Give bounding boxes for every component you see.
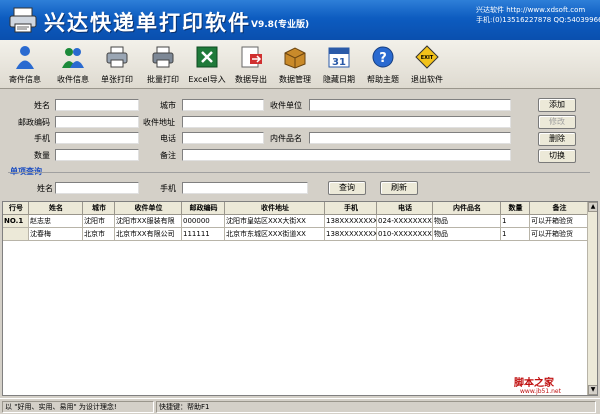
cell-name[interactable]: 沈春梅 (29, 228, 83, 241)
title-banner: 兴达快递单打印软件 V9.8(专业版) 兴达软件 http://www.xdso… (0, 0, 600, 40)
refresh-button[interactable]: 刷新 (380, 181, 418, 195)
name-label: 姓名 (34, 101, 50, 110)
cell-phone[interactable]: 010-XXXXXXXX (377, 228, 433, 241)
exit-label: 退出软件 (411, 75, 443, 84)
city-label: 城市 (160, 101, 176, 110)
status-bar: 以 "好用、实用、易用" 为设计理念! 快捷键：帮助F1 (0, 398, 600, 414)
zip-input[interactable] (55, 116, 139, 128)
sender-info-button[interactable]: 寄件信息 (2, 42, 48, 88)
city-input[interactable] (182, 99, 264, 111)
cell-address[interactable]: 沈阳市皇姑区XXX大街XX (225, 215, 325, 228)
column-header[interactable]: 邮政编码 (182, 202, 225, 215)
watermark: 脚本之家 (514, 378, 554, 389)
address-label: 收件地址 (143, 118, 175, 127)
column-header[interactable]: 备注 (530, 202, 589, 215)
grid-header: 行号 姓名 城市 收件单位 邮政编码 收件地址 手机 电话 内件品名 数量 备注 (3, 202, 589, 215)
cell-address[interactable]: 北京市东城区XXX街道XX (225, 228, 325, 241)
brand-info: 兴达软件 http://www.xdsoft.com 手机:(0)1351622… (476, 5, 600, 25)
user-icon (16, 46, 34, 69)
status-slogan: 以 "好用、实用、易用" 为设计理念! (2, 401, 154, 413)
cell-zip[interactable]: 111111 (182, 228, 225, 241)
mobile-input[interactable] (55, 132, 139, 144)
app-title: 兴达快递单打印软件 (44, 11, 251, 35)
cell-unit[interactable]: 沈阳市XX服装有限 (115, 215, 182, 228)
remark-input[interactable] (182, 149, 511, 161)
vertical-scrollbar[interactable]: ▲ ▼ (587, 202, 597, 395)
remark-label: 备注 (160, 151, 176, 160)
cell-unit[interactable]: 北京市XX有限公司 (115, 228, 182, 241)
phone-input[interactable] (182, 132, 264, 144)
query-name-label: 姓名 (37, 184, 53, 193)
mobile-label: 手机 (34, 134, 50, 143)
address-input[interactable] (182, 116, 511, 128)
column-header[interactable]: 行号 (3, 202, 29, 215)
query-name-input[interactable] (55, 182, 139, 194)
calendar-icon: 31 (328, 47, 350, 68)
brand-website: 兴达软件 http://www.xdsoft.com (476, 6, 586, 14)
cell-item[interactable]: 物品 (433, 215, 501, 228)
svg-text:?: ? (379, 51, 387, 66)
cell-name[interactable]: 赵志忠 (29, 215, 83, 228)
qty-label: 数量 (34, 151, 50, 160)
svg-text:31: 31 (332, 57, 346, 68)
printer-logo-icon (9, 7, 37, 33)
data-grid[interactable]: 行号 姓名 城市 收件单位 邮政编码 收件地址 手机 电话 内件品名 数量 备注… (2, 201, 598, 396)
watermark-url: www.jb51.net (520, 388, 561, 395)
status-shortcut: 快捷键：帮助F1 (156, 401, 596, 413)
column-header[interactable]: 数量 (501, 202, 530, 215)
cell-mobile[interactable]: 138XXXXXXXX (325, 215, 377, 228)
delete-button[interactable]: 删除 (538, 132, 576, 146)
cell-remark[interactable]: 可以开箱验货 (530, 228, 589, 241)
column-header[interactable]: 手机 (325, 202, 377, 215)
cell-city[interactable]: 北京市 (83, 228, 115, 241)
zip-label: 邮政编码 (18, 118, 50, 127)
exit-icon: EXIT (415, 45, 439, 69)
cell-zip[interactable]: 000000 (182, 215, 225, 228)
svg-text:EXIT: EXIT (421, 55, 434, 61)
column-header[interactable]: 内件品名 (433, 202, 501, 215)
printer-icon (152, 46, 174, 68)
cell-city[interactable]: 沈阳市 (83, 215, 115, 228)
column-header[interactable]: 收件地址 (225, 202, 325, 215)
query-button[interactable]: 查询 (328, 181, 366, 195)
add-button[interactable]: 添加 (538, 98, 576, 112)
column-header[interactable]: 姓名 (29, 202, 83, 215)
qty-input[interactable] (55, 149, 139, 161)
cell-mobile[interactable]: 138XXXXXXXX (325, 228, 377, 241)
column-header[interactable]: 电话 (377, 202, 433, 215)
name-input[interactable] (55, 99, 139, 111)
cell-item[interactable]: 物品 (433, 228, 501, 241)
phone-label: 电话 (160, 134, 176, 143)
unit-label: 收件单位 (270, 101, 302, 110)
scroll-up-icon[interactable]: ▲ (588, 202, 597, 212)
item-input[interactable] (309, 132, 511, 144)
excel-icon (196, 46, 218, 68)
export-icon (241, 46, 262, 68)
box-icon (284, 47, 306, 69)
cell-phone[interactable]: 024-XXXXXXXX (377, 215, 433, 228)
modify-button[interactable]: 修改 (538, 115, 576, 129)
exit-button[interactable]: EXIT 退出软件 (404, 42, 450, 88)
toggle-button[interactable]: 切换 (538, 149, 576, 163)
cell-qty[interactable]: 1 (501, 228, 530, 241)
scroll-down-icon[interactable]: ▼ (588, 385, 597, 395)
users-icon (62, 48, 84, 68)
unit-input[interactable] (309, 99, 511, 111)
app-version: V9.8(专业版) (251, 20, 310, 30)
toolbar: 寄件信息 收件信息 单张打印 批量打印 Excel导入 数据导出 数据管理 31… (0, 40, 600, 89)
item-label: 内件品名 (270, 134, 302, 143)
row-number: NO.1 (3, 215, 29, 228)
help-icon: ? (372, 46, 394, 68)
cell-qty[interactable]: 1 (501, 215, 530, 228)
query-mobile-label: 手机 (160, 184, 176, 193)
row-number (3, 228, 29, 241)
column-header[interactable]: 收件单位 (115, 202, 182, 215)
cell-remark[interactable]: 可以开箱验货 (530, 215, 589, 228)
brand-contact: 手机:(0)13516227878 QQ:540399662 (476, 16, 600, 24)
printer-icon (106, 46, 128, 68)
query-divider (8, 172, 590, 173)
column-header[interactable]: 城市 (83, 202, 115, 215)
query-mobile-input[interactable] (182, 182, 308, 194)
